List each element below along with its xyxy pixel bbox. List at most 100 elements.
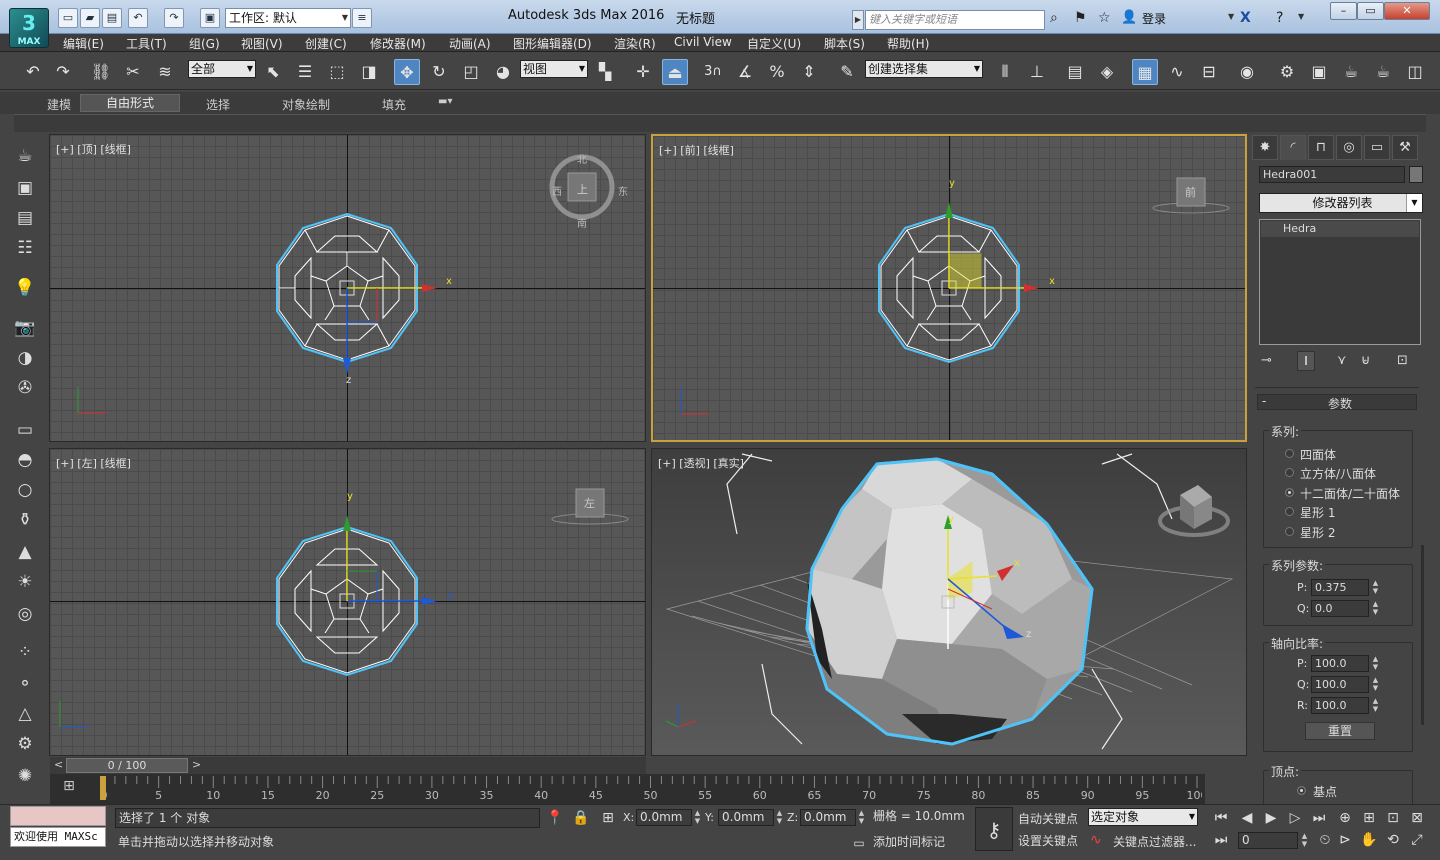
current-frame-field[interactable]: 0 [1238, 832, 1298, 849]
undo-icon[interactable]: ↶ [20, 59, 46, 85]
favorites-star-icon[interactable]: ☆ [1098, 10, 1111, 26]
play-icon[interactable]: ▶ [1260, 808, 1282, 828]
viewport-label[interactable]: [+] [前] [线框] [659, 142, 734, 158]
select-and-rotate-icon[interactable]: ↻ [426, 59, 452, 85]
viewcube-face[interactable]: 上 [577, 181, 588, 197]
minimize-button[interactable]: – [1330, 2, 1357, 20]
save-file-icon[interactable]: ▤ [102, 8, 122, 28]
axis-r-field[interactable]: 100.0 [1311, 697, 1369, 714]
render-production-icon[interactable]: ☕ [1338, 59, 1364, 85]
light-bulb-icon[interactable]: 💡 [12, 275, 38, 301]
reference-coordinate-dropdown[interactable]: 视图 ▼ [520, 60, 588, 78]
y-spinner-arrows[interactable]: ▲ ▼ [775, 809, 784, 826]
render-icon[interactable]: ▣ [12, 175, 38, 201]
ribbon-tab-freeform[interactable]: 自由形式 [80, 94, 180, 112]
radio-tetra[interactable] [1285, 449, 1294, 458]
rectangular-selection-icon[interactable]: ⬚ [324, 59, 350, 85]
go-to-start-icon[interactable]: ⏮ [1210, 808, 1232, 828]
y-coord-field[interactable]: 0.0mm [718, 809, 774, 826]
zoom-extents-all-icon[interactable]: ⊠ [1406, 808, 1428, 828]
camera-icon[interactable]: 📷 [12, 315, 38, 341]
menu-help[interactable]: 帮助(H) [887, 35, 929, 52]
particles-icon[interactable]: ⁘ [12, 639, 38, 665]
bind-space-warp-icon[interactable]: ≋ [152, 59, 178, 85]
menu-tools[interactable]: 工具(T) [126, 35, 167, 52]
z-coord-field[interactable]: 0.0mm [800, 809, 856, 826]
viewcube-west[interactable]: 西 [552, 183, 562, 198]
cone-icon[interactable]: ▲ [12, 539, 38, 565]
axis-q-field[interactable]: 100.0 [1311, 676, 1369, 693]
key-mode-dropdown[interactable]: 选定对象 ▼ [1088, 808, 1198, 826]
viewcube-south[interactable]: 南 [577, 215, 587, 230]
help-dropdown-icon[interactable]: ▼ [1298, 12, 1304, 21]
viewport-label[interactable]: [+] [顶] [线框] [56, 141, 131, 157]
remove-modifier-icon[interactable]: ⊌ [1361, 353, 1371, 368]
reset-button[interactable]: 重置 [1305, 722, 1375, 740]
edit-named-selection-icon[interactable]: ✎ [834, 59, 860, 85]
render-iterative-icon[interactable]: ☕ [1370, 59, 1396, 85]
rollout-header[interactable]: - 参数 [1257, 394, 1417, 411]
key-filters-button[interactable]: 关键点过滤器... [1113, 833, 1196, 850]
sphere-icon[interactable]: ○ [12, 477, 38, 503]
pivot-point-center-icon[interactable]: ▚ [592, 59, 618, 85]
viewport-top[interactable]: [+] [顶] [线框] x z 北 南 西 东 上 [49, 134, 646, 442]
new-file-icon[interactable]: ▭ [58, 8, 78, 28]
menu-customize[interactable]: 自定义(U) [747, 35, 801, 52]
ribbon-tab-modeling[interactable]: 建模 [47, 96, 71, 113]
open-file-icon[interactable]: ▰ [80, 8, 100, 28]
viewport-perspective[interactable]: [+] [透视] [真实] y x z [651, 448, 1247, 756]
menu-edit[interactable]: 编辑(E) [63, 35, 104, 52]
x-spinner-arrows[interactable]: ▲ ▼ [693, 809, 702, 826]
percent-snap-icon[interactable]: % [764, 59, 790, 85]
redo-icon[interactable]: ↷ [50, 59, 76, 85]
vertex-option-basepoint[interactable]: 基点 [1313, 783, 1337, 800]
layer-manager-icon[interactable]: ▤ [1062, 59, 1088, 85]
zoom-extents-icon[interactable]: ⊡ [1382, 808, 1404, 828]
modifier-list-dropdown[interactable]: 修改器列表 ▼ [1259, 193, 1423, 213]
axis-p-field[interactable]: 100.0 [1311, 655, 1369, 672]
material-editor-icon[interactable]: ◉ [1234, 59, 1260, 85]
document-icon[interactable]: ▤ [12, 205, 38, 231]
isolate-selection-icon[interactable]: 📍 [544, 808, 566, 828]
viewcube-north[interactable]: 北 [577, 151, 587, 166]
molecule-icon[interactable]: ⚬ [12, 671, 38, 697]
family-option-dodec-icos[interactable]: 十二面体/二十面体 [1300, 485, 1400, 502]
modifier-stack[interactable]: Hedra [1259, 219, 1421, 345]
viewport-left[interactable]: [+] [左] [线框] z y 左 [49, 448, 646, 756]
ribbon-options-icon[interactable]: ▬▾ [438, 96, 452, 107]
teapot-icon[interactable]: ☕ [12, 143, 38, 169]
menu-scripting[interactable]: 脚本(S) [824, 35, 865, 52]
menu-modifiers[interactable]: 修改器(M) [370, 35, 426, 52]
unlink-icon[interactable]: ✂ [120, 59, 146, 85]
mirror-icon[interactable]: ⫴ [992, 59, 1018, 85]
pyramid-icon[interactable]: △ [12, 701, 38, 727]
select-and-place-icon[interactable]: ◕ [490, 59, 516, 85]
film-icon[interactable]: ✇ [12, 375, 38, 401]
schematic-view-icon[interactable]: ⊟ [1196, 59, 1222, 85]
panel-scrollbar[interactable] [1421, 545, 1424, 725]
zoom-icon[interactable]: ⊕ [1334, 808, 1356, 828]
tab-hierarchy-icon[interactable]: ⊓ [1308, 135, 1334, 160]
family-option-cube-octa[interactable]: 立方体/八面体 [1300, 465, 1376, 482]
menu-animation[interactable]: 动画(A) [449, 35, 491, 52]
make-unique-icon[interactable]: ⋎ [1337, 353, 1347, 368]
axis-p-spinner-arrows[interactable]: ▲ ▼ [1371, 655, 1380, 672]
scene-explorer-icon[interactable]: ▦ [1132, 59, 1158, 85]
x-coord-field[interactable]: 0.0mm [636, 809, 692, 826]
stack-item-hedra[interactable]: Hedra [1261, 221, 1419, 237]
selection-lock-icon[interactable]: 🔒 [570, 808, 592, 828]
login-link[interactable]: 登录 [1142, 10, 1166, 27]
quick-access-menu-icon[interactable]: ≡ [352, 8, 372, 28]
orbit-icon[interactable]: ⟲ [1382, 830, 1404, 850]
rendered-frame-window-icon[interactable]: ▣ [1306, 59, 1332, 85]
sun-icon[interactable]: ☀ [12, 569, 38, 595]
tab-display-icon[interactable]: ▭ [1364, 135, 1390, 160]
tab-create-icon[interactable]: ✸ [1252, 135, 1278, 160]
menu-civil-view[interactable]: Civil View [674, 35, 732, 49]
key-mode-toggle-icon[interactable]: ⏭ [1210, 830, 1232, 850]
pan-icon[interactable]: ✋ [1358, 830, 1380, 850]
absolute-mode-icon[interactable]: ⊞ [597, 808, 619, 828]
next-frame-icon[interactable]: ▷ [1284, 808, 1306, 828]
radio-basepoint[interactable] [1297, 786, 1306, 795]
object-name-field[interactable]: Hedra001 [1259, 166, 1405, 183]
